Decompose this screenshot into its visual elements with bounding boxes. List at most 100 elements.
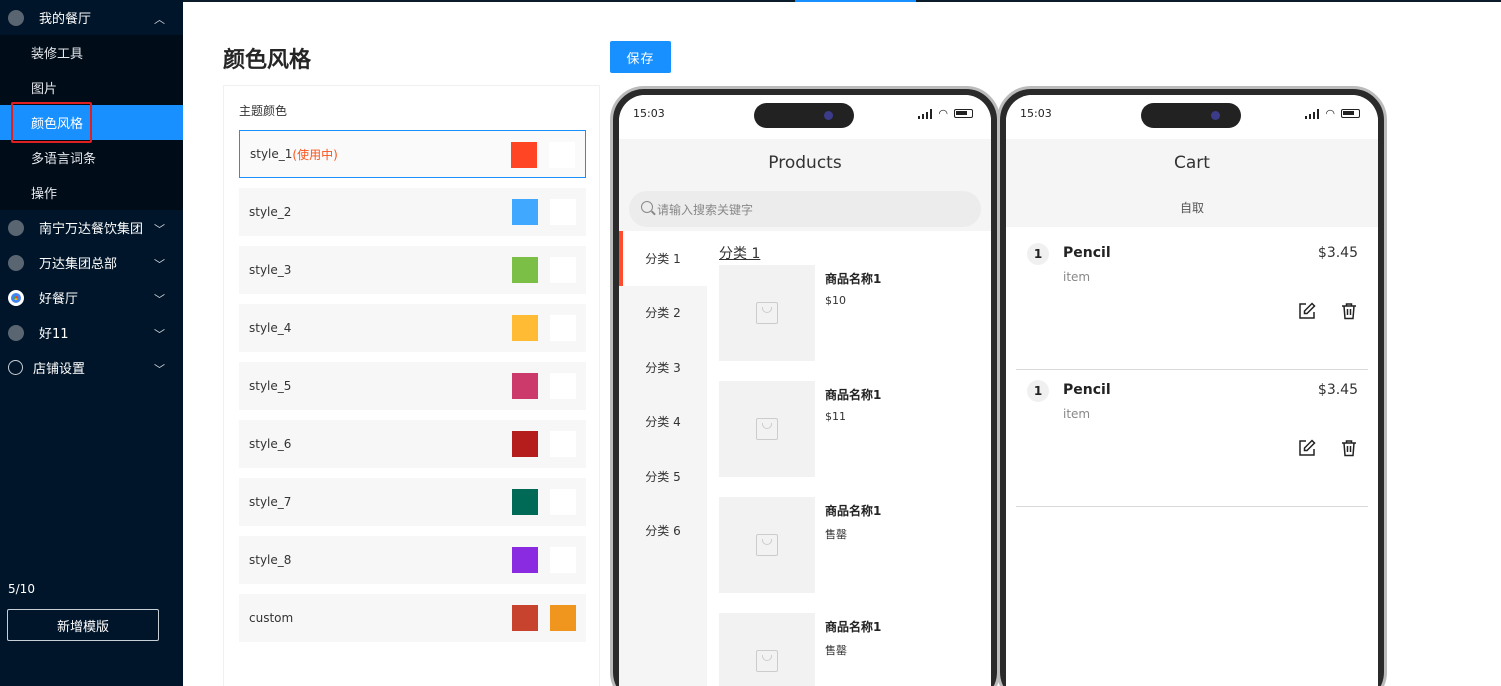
search-input[interactable]: 请输入搜索关键字 [629, 191, 981, 227]
product-name: 商品名称1 [825, 504, 882, 518]
cart-item-subtitle: item [1063, 270, 1091, 284]
product-price: 售罄 [825, 644, 847, 657]
product-thumbnail [719, 265, 815, 361]
product-price: $10 [825, 294, 846, 307]
style-name: style_4 [249, 321, 292, 335]
primary-color-swatch [512, 373, 538, 399]
sidebar-item-operations[interactable]: 操作 [0, 175, 183, 210]
sidebar-group-wanda-hq[interactable]: 万达集团总部 ﹀ [0, 245, 183, 280]
sidebar-group-nanning[interactable]: 南宁万达餐饮集团 ﹀ [0, 210, 183, 245]
style-option-4[interactable]: style_4 [239, 304, 586, 352]
highlight-annotation-box [11, 102, 92, 143]
category-list: 分类 1 分类 2 分类 3 分类 4 分类 5 分类 6 [619, 231, 707, 686]
primary-color-swatch [512, 489, 538, 515]
cart-item-subtitle: item [1063, 407, 1091, 421]
primary-color-swatch [511, 142, 537, 168]
status-time: 15:03 [1020, 107, 1052, 120]
status-icons: ◠ [1305, 107, 1360, 120]
style-option-custom[interactable]: custom [239, 594, 586, 642]
product-card[interactable]: 商品名称1 $10 [719, 265, 979, 361]
phone-preview-products: 15:03 ◠ Products 请输入搜索关键字 分类 1 分类 2 分类 3 [610, 86, 1000, 686]
category-item-4[interactable]: 分类 4 [619, 395, 707, 450]
style-name: style_2 [249, 205, 292, 219]
category-heading: 分类 1 [719, 246, 761, 262]
camera-icon [1211, 111, 1220, 120]
category-item-3[interactable]: 分类 3 [619, 340, 707, 395]
trash-icon[interactable] [1340, 439, 1358, 457]
category-item-1[interactable]: 分类 1 [619, 231, 707, 286]
shopping-bag-icon [756, 650, 778, 672]
sidebar-item-decoration-tools[interactable]: 装修工具 [0, 35, 183, 70]
status-bar: 15:03 ◠ [1006, 95, 1378, 139]
chrome-icon [8, 324, 24, 341]
battery-icon [954, 109, 973, 118]
edit-icon[interactable] [1298, 302, 1316, 320]
sidebar-group-hao11[interactable]: 好11 ﹀ [0, 315, 183, 350]
secondary-color-swatch [550, 315, 576, 341]
screen-title: Cart [1006, 139, 1378, 187]
chrome-icon [8, 254, 24, 271]
chevron-down-icon: ﹀ [154, 223, 165, 236]
sidebar-item-language-entries[interactable]: 多语言词条 [0, 140, 183, 175]
category-item-6[interactable]: 分类 6 [619, 504, 707, 559]
style-option-5[interactable]: style_5 [239, 362, 586, 410]
battery-icon [1341, 109, 1360, 118]
signal-icon [918, 108, 933, 119]
style-option-3[interactable]: style_3 [239, 246, 586, 294]
sidebar-group-store-settings[interactable]: 店铺设置 ﹀ [0, 350, 183, 385]
secondary-color-swatch [550, 373, 576, 399]
list-circle-icon [8, 360, 23, 375]
style-option-6[interactable]: style_6 [239, 420, 586, 468]
product-thumbnail [719, 613, 815, 686]
chrome-color-icon [8, 289, 24, 306]
wifi-icon: ◠ [1325, 107, 1335, 120]
new-template-button[interactable]: 新增模版 [7, 609, 159, 641]
style-option-8[interactable]: style_8 [239, 536, 586, 584]
shopping-bag-icon [756, 302, 778, 324]
in-use-badge: (使用中) [292, 147, 338, 162]
search-icon [641, 201, 653, 213]
category-item-2[interactable]: 分类 2 [619, 286, 707, 341]
secondary-color-swatch [550, 605, 576, 631]
pickup-option[interactable]: 自取 [1006, 187, 1378, 227]
category-item-5[interactable]: 分类 5 [619, 449, 707, 504]
style-name: style_3 [249, 263, 292, 277]
status-time: 15:03 [633, 107, 665, 120]
chrome-icon [8, 9, 24, 26]
style-option-1[interactable]: style_1 (使用中) [239, 130, 586, 178]
trash-icon[interactable] [1340, 302, 1358, 320]
product-name: 商品名称1 [825, 620, 882, 634]
sidebar-item-label: 多语言词条 [31, 152, 97, 167]
product-price: 售罄 [825, 528, 847, 541]
sidebar-group-my-restaurant[interactable]: 我的餐厅 ︿ [0, 0, 183, 35]
sidebar-item-label: 操作 [31, 187, 58, 202]
cart-item: 1 Pencil item $3.45 [1016, 233, 1368, 370]
edit-icon[interactable] [1298, 439, 1316, 457]
secondary-color-swatch [550, 489, 576, 515]
camera-icon [824, 111, 833, 120]
style-option-2[interactable]: style_2 [239, 188, 586, 236]
product-card[interactable]: 商品名称1 $11 [719, 381, 979, 477]
sidebar-group-good-restaurant[interactable]: 好餐厅 ﹀ [0, 280, 183, 315]
product-card[interactable]: 商品名称1 售罄 [719, 497, 979, 593]
shopping-bag-icon [756, 534, 778, 556]
top-active-indicator [795, 0, 916, 2]
chevron-down-icon: ﹀ [154, 258, 165, 271]
chevron-down-icon: ﹀ [154, 328, 165, 341]
primary-color-swatch [512, 605, 538, 631]
wifi-icon: ◠ [938, 107, 948, 120]
search-placeholder: 请输入搜索关键字 [657, 202, 754, 217]
phone-screen: 15:03 ◠ Cart 自取 1 Pencil item $3.45 1 Pe… [1006, 95, 1378, 686]
style-option-7[interactable]: style_7 [239, 478, 586, 526]
quantity-badge: 1 [1027, 243, 1049, 265]
shopping-bag-icon [756, 418, 778, 440]
style-name: style_8 [249, 553, 292, 567]
sidebar-item-label: 装修工具 [31, 47, 84, 62]
sidebar-item-images[interactable]: 图片 [0, 70, 183, 105]
secondary-color-swatch [550, 431, 576, 457]
primary-color-swatch [512, 431, 538, 457]
app-root: 我的餐厅 ︿ 装修工具 图片 颜色风格 多语言词条 操作 南宁万达餐饮集团 ﹀ … [0, 0, 1501, 686]
dynamic-island [1141, 103, 1241, 128]
product-card[interactable]: 商品名称1 售罄 [719, 613, 979, 686]
save-button[interactable]: 保存 [610, 41, 671, 73]
